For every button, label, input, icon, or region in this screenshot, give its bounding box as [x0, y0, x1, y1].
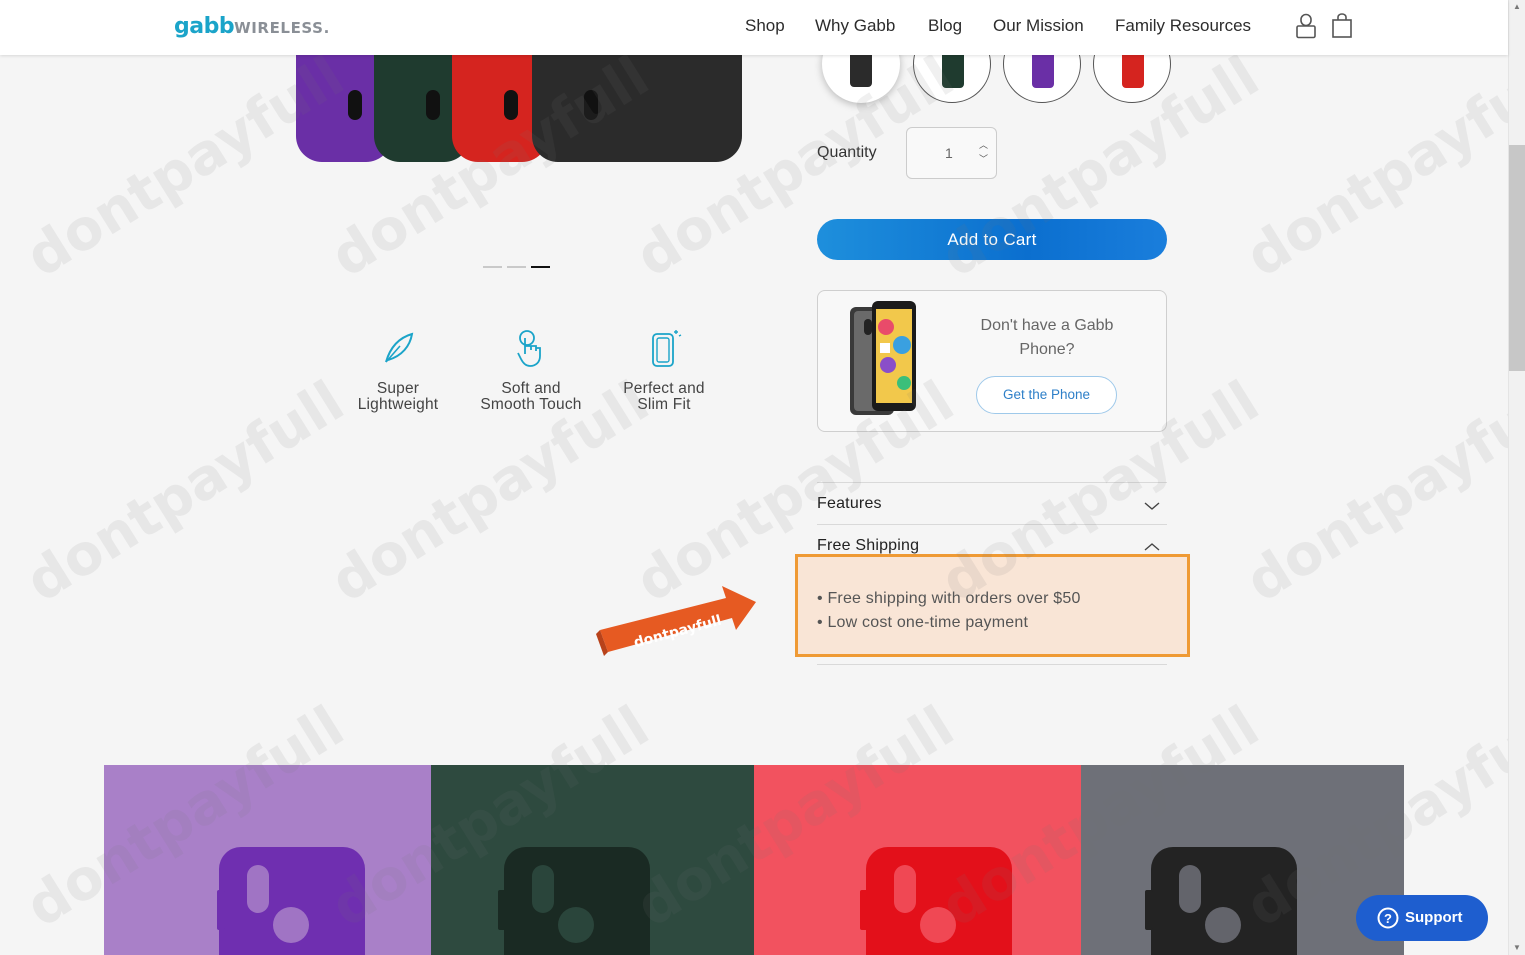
slider-dot-2[interactable]: [507, 266, 526, 268]
nav-blog[interactable]: Blog: [928, 16, 962, 36]
site-header: gabbWIRELESS. Shop Why Gabb Blog Our Mis…: [0, 0, 1508, 55]
gabb-phone-image: [850, 301, 916, 415]
feature-label: Super: [376, 380, 420, 397]
scroll-thumb[interactable]: [1509, 145, 1525, 371]
feature-slim-fit: Perfect and Slim Fit: [594, 328, 734, 413]
fingerprint-cutout: [273, 907, 309, 943]
feather-icon: [385, 332, 414, 363]
case-side-button: [217, 890, 225, 930]
feature-label: Lightweight: [357, 396, 439, 413]
logo-mark: .: [323, 19, 330, 37]
accordion-features[interactable]: Features: [817, 495, 882, 513]
help-circle-icon: ?: [1377, 907, 1399, 929]
case-side-button: [860, 890, 868, 930]
add-to-cart-button[interactable]: Add to Cart: [817, 219, 1167, 260]
dontpayfull-ribbon: dontpayfull: [596, 586, 756, 656]
divider: [817, 524, 1167, 525]
scroll-up-arrow[interactable]: ▲: [1509, 0, 1525, 14]
hero-case-port: [504, 90, 518, 120]
phone-fit-icon: [652, 330, 682, 367]
shopping-bag-icon[interactable]: [1331, 13, 1353, 39]
gabb-wireless-logo[interactable]: gabbWIRELESS.: [174, 14, 330, 39]
slider-dot-1[interactable]: [483, 266, 502, 268]
case-black: [1151, 847, 1297, 955]
chevron-up-icon[interactable]: [1143, 541, 1161, 553]
feature-lightweight: Super Lightweight: [328, 328, 468, 413]
nav-why-gabb[interactable]: Why Gabb: [815, 16, 895, 36]
decrement-icon[interactable]: ﹀: [979, 152, 988, 165]
logo-wordmark: gabb: [174, 14, 235, 39]
divider: [817, 664, 1167, 665]
shipping-item: • Free shipping with orders over $50: [817, 590, 1081, 607]
watermark-text: dontpayfull: [1235, 43, 1508, 291]
watermark-text: dontpayfull: [1235, 368, 1508, 616]
chevron-down-icon[interactable]: [1143, 500, 1161, 512]
case-green: [504, 847, 650, 955]
hero-case-port: [348, 90, 362, 120]
user-icon[interactable]: [1295, 13, 1317, 39]
banner-purple-case: [104, 765, 431, 955]
feature-label: Soft and: [501, 380, 561, 397]
support-button[interactable]: ? Support: [1356, 895, 1488, 941]
camera-cutout: [1179, 865, 1201, 913]
hero-case-3: [532, 40, 742, 162]
fingerprint-cutout: [920, 907, 956, 943]
promo-text: Don't have a Gabb Phone?: [980, 317, 1114, 358]
feature-label: Slim Fit: [637, 396, 691, 413]
case-side-button: [498, 890, 506, 930]
banner-red-case: [754, 765, 1081, 955]
divider: [817, 482, 1167, 483]
nav-shop[interactable]: Shop: [745, 16, 785, 36]
quantity-label: Quantity: [817, 144, 877, 161]
feature-label: Smooth Touch: [480, 396, 582, 413]
svg-text:?: ?: [1384, 911, 1392, 926]
feature-label: Perfect and: [623, 380, 705, 397]
fingerprint-cutout: [558, 907, 594, 943]
touch-hand-icon: [517, 330, 541, 367]
scroll-down-arrow[interactable]: ▼: [1509, 941, 1525, 955]
case-red: [866, 847, 1012, 955]
camera-cutout: [247, 865, 269, 913]
accordion-free-shipping[interactable]: Free Shipping: [817, 537, 919, 555]
shipping-item: • Low cost one-time payment: [817, 614, 1029, 631]
camera-cutout: [894, 865, 916, 913]
fingerprint-cutout: [1205, 907, 1241, 943]
logo-subtitle: WIRELESS: [234, 19, 324, 37]
get-the-phone-button[interactable]: Get the Phone: [976, 376, 1117, 414]
quantity-value[interactable]: 1: [945, 145, 953, 161]
product-image-cases: [296, 40, 742, 162]
camera-cutout: [532, 865, 554, 913]
get-phone-promo: Don't have a Gabb Phone? Get the Phone: [817, 290, 1167, 432]
case-side-button: [1145, 890, 1153, 930]
hero-case-port: [426, 90, 440, 120]
quantity-stepper[interactable]: 1 ︿ ﹀: [906, 127, 997, 179]
slider-dot-3-active[interactable]: [531, 266, 550, 268]
hero-case-port: [584, 90, 598, 120]
banner-black-case: [1081, 765, 1404, 955]
nav-our-mission[interactable]: Our Mission: [993, 16, 1084, 36]
case-purple: [219, 847, 365, 955]
page-scrollbar[interactable]: [1508, 0, 1525, 955]
feature-soft-touch: Soft and Smooth Touch: [461, 328, 601, 413]
support-label: Support: [1405, 909, 1463, 926]
banner-green-case: [431, 765, 754, 955]
nav-family-resources[interactable]: Family Resources: [1115, 16, 1251, 36]
watermark-text: dontpayfull: [15, 368, 356, 616]
increment-icon[interactable]: ︿: [979, 138, 988, 151]
